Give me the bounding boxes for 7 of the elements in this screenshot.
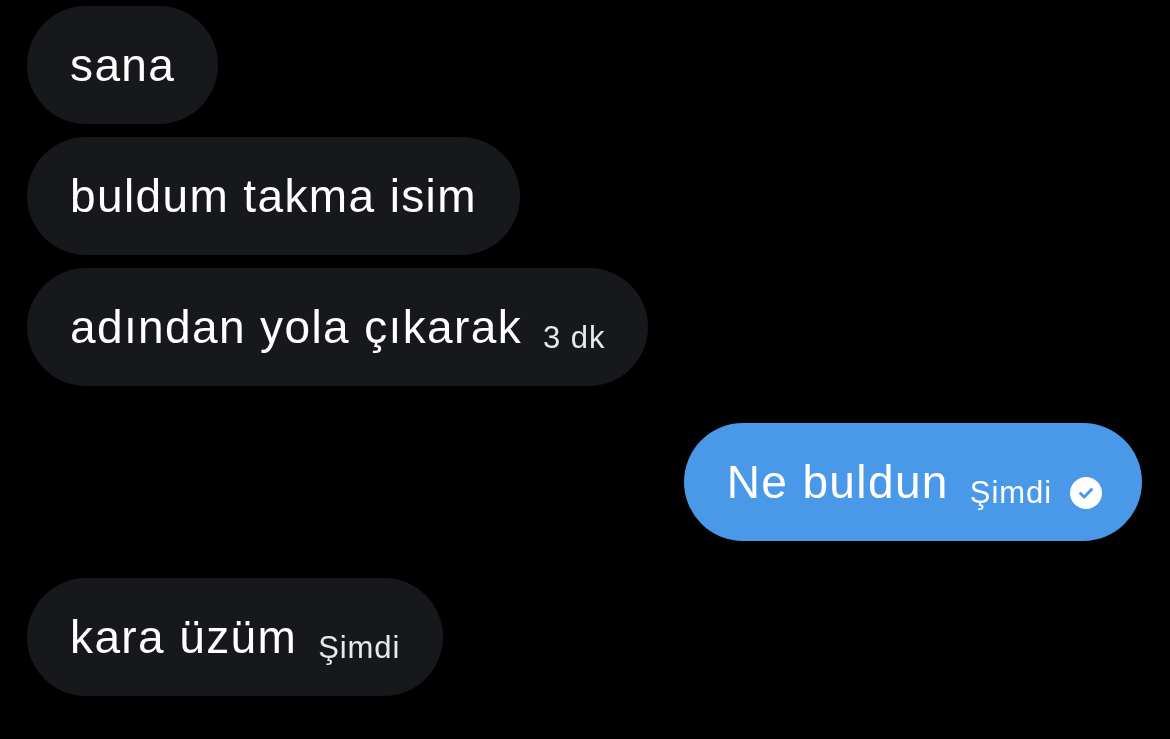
- message-text: buldum takma isim: [70, 173, 477, 219]
- message-text: sana: [70, 42, 176, 88]
- message-time: 3 dk: [543, 318, 606, 353]
- message-text: kara üzüm: [70, 614, 298, 660]
- message-time: Şimdi: [969, 473, 1052, 508]
- message-time: Şimdi: [318, 628, 401, 663]
- message-text: Ne buldun: [726, 459, 949, 505]
